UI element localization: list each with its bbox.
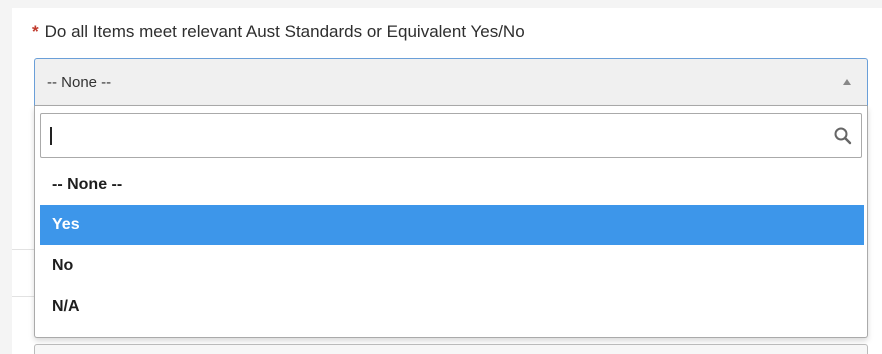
option-no[interactable]: No — [40, 246, 864, 286]
option-yes[interactable]: Yes — [40, 205, 864, 245]
chevron-up-icon[interactable] — [843, 79, 851, 85]
panel-left-edge — [0, 0, 12, 354]
next-field-input[interactable] — [34, 344, 868, 354]
panel-top-edge — [0, 0, 882, 8]
field-label-text: Do all Items meet relevant Aust Standard… — [44, 22, 525, 41]
required-marker: * — [32, 22, 39, 41]
option-none[interactable]: -- None -- — [40, 165, 864, 205]
select-current-value: -- None -- — [47, 74, 112, 91]
form-panel: * Do all Items meet relevant Aust Standar… — [0, 0, 882, 354]
text-cursor — [50, 127, 52, 145]
divider — [12, 296, 36, 297]
option-na[interactable]: N/A — [40, 287, 864, 327]
dropdown-list: -- None -- Yes No N/A — [34, 106, 868, 338]
field-label: * Do all Items meet relevant Aust Standar… — [32, 22, 525, 42]
search-icon[interactable] — [833, 126, 853, 146]
dropdown-search[interactable] — [40, 113, 862, 158]
divider — [12, 249, 36, 250]
search-input[interactable] — [41, 114, 821, 157]
choice-select[interactable]: -- None -- — [34, 58, 868, 106]
